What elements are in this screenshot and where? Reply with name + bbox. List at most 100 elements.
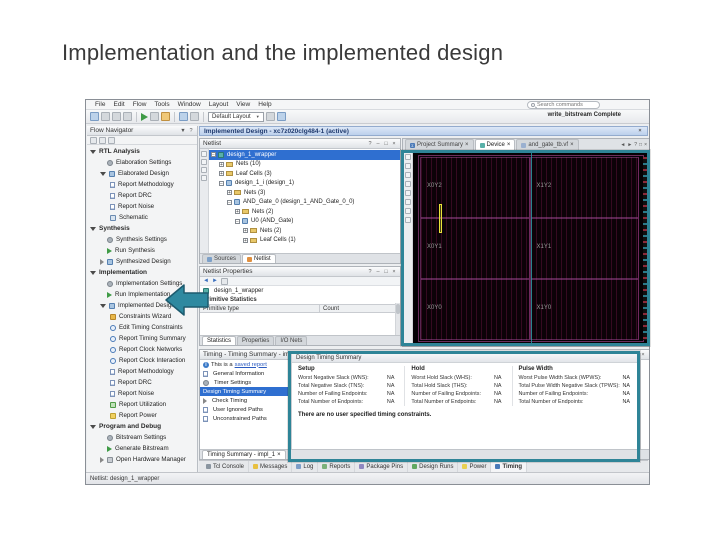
tab-statistics[interactable]: Statistics xyxy=(202,336,237,345)
properties-scrollbar[interactable] xyxy=(395,303,400,335)
tab-power[interactable]: Power xyxy=(458,461,492,472)
netlist-row-leaf-cells[interactable]: + Leaf Cells (1) xyxy=(209,236,400,246)
flow-item-run-synthesis[interactable]: Run Synthesis xyxy=(87,245,197,256)
timing-tree-general-information[interactable]: General Information xyxy=(200,369,290,378)
expand-box-icon[interactable]: + xyxy=(227,190,232,196)
menu-layout[interactable]: Layout xyxy=(205,101,233,108)
close-icon[interactable]: × xyxy=(644,142,647,148)
forward-icon[interactable]: ► xyxy=(627,142,632,148)
netlist-row-design-1-wrapper[interactable]: − design_1_wrapper xyxy=(209,150,400,160)
pause-icon[interactable] xyxy=(150,112,159,121)
timing-tree-user-ignored-paths[interactable]: User Ignored Paths xyxy=(200,405,290,414)
flow-item-elaborated-design[interactable]: Elaborated Design xyxy=(87,168,197,179)
scrollbar-thumb[interactable] xyxy=(396,304,400,314)
flow-item-report-clock-interaction[interactable]: Report Clock Interaction xyxy=(87,355,197,366)
expand-all-icon[interactable] xyxy=(201,159,207,165)
timing-tree-check-timing[interactable]: Check Timing xyxy=(200,396,290,405)
tab-properties[interactable]: Properties xyxy=(237,336,275,345)
flow-item-synthesis[interactable]: Synthesis xyxy=(87,223,197,234)
flow-item-elaboration-settings[interactable]: Elaboration Settings xyxy=(87,157,197,168)
column-count[interactable]: Count xyxy=(320,305,400,312)
menu-file[interactable]: File xyxy=(91,101,109,108)
collapse-box-icon[interactable]: − xyxy=(227,199,232,205)
tab-tcl-console[interactable]: Tcl Console xyxy=(202,461,250,472)
menu-flow[interactable]: Flow xyxy=(129,101,151,108)
flow-item-report-clock-networks[interactable]: Report Clock Networks xyxy=(87,344,197,355)
expand-box-icon[interactable]: + xyxy=(219,171,224,177)
netlist-row-nets[interactable]: + Nets (2) xyxy=(209,207,400,217)
forward-icon[interactable]: ► xyxy=(212,278,218,284)
flow-item-schematic[interactable]: Schematic xyxy=(87,212,197,223)
menu-tools[interactable]: Tools xyxy=(150,101,173,108)
settings-icon[interactable] xyxy=(190,112,199,121)
run-icon[interactable] xyxy=(141,112,148,121)
minimize-icon[interactable]: – xyxy=(375,268,381,276)
collapse-icon[interactable]: ▼ xyxy=(180,127,186,135)
flow-item-report-noise[interactable]: Report Noise xyxy=(87,201,197,212)
menu-view[interactable]: View xyxy=(232,101,254,108)
collapse-box-icon[interactable]: − xyxy=(211,152,216,158)
tab-sources[interactable]: Sources xyxy=(202,254,242,263)
netlist-row-leaf-cells[interactable]: + Leaf Cells (3) xyxy=(209,169,400,179)
help-icon[interactable]: ? xyxy=(188,127,194,135)
close-icon[interactable]: × xyxy=(465,142,469,148)
flow-item-report-drc-impl[interactable]: Report DRC xyxy=(87,377,197,388)
saved-report-link[interactable]: saved report xyxy=(235,362,267,368)
menu-help[interactable]: Help xyxy=(254,101,275,108)
tab-reports[interactable]: Reports xyxy=(318,461,356,472)
open-project-icon[interactable] xyxy=(90,112,99,121)
close-icon[interactable]: × xyxy=(507,142,511,148)
help-icon[interactable]: ? xyxy=(367,140,373,148)
flow-item-generate-bitstream[interactable]: Generate Bitstream xyxy=(87,443,197,454)
close-icon[interactable]: × xyxy=(391,140,397,148)
flow-item-open-hardware-manager[interactable]: Open Hardware Manager xyxy=(87,454,197,465)
expand-box-icon[interactable]: + xyxy=(219,161,224,167)
zoom-icon[interactable] xyxy=(265,112,275,121)
flow-item-report-drc[interactable]: Report DRC xyxy=(87,190,197,201)
tab-timing[interactable]: Timing xyxy=(491,461,528,472)
reports-icon[interactable] xyxy=(276,112,286,121)
collapse-box-icon[interactable]: − xyxy=(219,180,224,186)
help-icon[interactable]: ? xyxy=(634,142,637,148)
maximize-icon[interactable]: □ xyxy=(383,268,389,276)
scroll-to-icon[interactable] xyxy=(201,175,207,181)
collapse-box-icon[interactable]: − xyxy=(235,218,240,224)
tab-package-pins[interactable]: Package Pins xyxy=(355,461,409,472)
help-icon[interactable]: ? xyxy=(367,268,373,276)
timing-tree-design-timing-summary[interactable]: Design Timing Summary xyxy=(200,387,290,396)
netlist-row-and-gate-0[interactable]: − AND_Gate_0 (design_1_AND_Gate_0_0) xyxy=(209,198,400,208)
search-box[interactable] xyxy=(527,101,600,109)
column-primitive-type[interactable]: Primitive type xyxy=(200,305,320,312)
netlist-row-u0[interactable]: − U0 (AND_Gate) xyxy=(209,217,400,227)
flow-item-program-and-debug[interactable]: Program and Debug xyxy=(87,421,197,432)
expand-box-icon[interactable]: + xyxy=(235,209,240,215)
redo-icon[interactable] xyxy=(123,112,132,121)
netlist-row-design-1-i[interactable]: − design_1_i (design_1) xyxy=(209,179,400,189)
back-icon[interactable]: ◄ xyxy=(620,142,625,148)
flow-item-report-noise-impl[interactable]: Report Noise xyxy=(87,388,197,399)
flow-item-report-utilization[interactable]: Report Utilization xyxy=(87,399,197,410)
search-input[interactable] xyxy=(537,102,596,108)
flow-item-report-timing-summary[interactable]: Report Timing Summary xyxy=(87,333,197,344)
tab-timing-summary-impl1[interactable]: Timing Summary - impl_1 × xyxy=(202,450,286,459)
run-status-text[interactable]: write_bitstream Complete xyxy=(548,112,621,118)
flow-item-rtl-analysis[interactable]: RTL Analysis xyxy=(87,146,197,157)
timing-tree-unconstrained-paths[interactable]: Unconstrained Paths xyxy=(200,414,290,423)
flow-item-report-methodology-impl[interactable]: Report Methodology xyxy=(87,366,197,377)
maximize-icon[interactable]: □ xyxy=(639,142,642,148)
expand-box-icon[interactable]: + xyxy=(243,237,248,243)
maximize-icon[interactable]: □ xyxy=(383,140,389,148)
tab-and-gate-tb[interactable]: and_gate_tb.vf × xyxy=(516,139,579,150)
tab-device[interactable]: Device × xyxy=(474,139,516,150)
stop-icon[interactable] xyxy=(161,112,170,121)
expand-box-icon[interactable]: + xyxy=(243,228,248,234)
settings-icon[interactable] xyxy=(220,277,228,285)
tab-messages[interactable]: Messages xyxy=(249,461,293,472)
close-icon[interactable]: × xyxy=(570,142,574,148)
layout-selector[interactable]: Default Layout ▼ xyxy=(208,111,264,122)
netlist-row-nets[interactable]: + Nets (2) xyxy=(209,226,400,236)
flow-item-report-methodology[interactable]: Report Methodology xyxy=(87,179,197,190)
expand-all-icon[interactable] xyxy=(108,136,115,144)
properties-object[interactable]: design_1_wrapper xyxy=(200,286,400,295)
flow-item-bitstream-settings[interactable]: Bitstream Settings xyxy=(87,432,197,443)
